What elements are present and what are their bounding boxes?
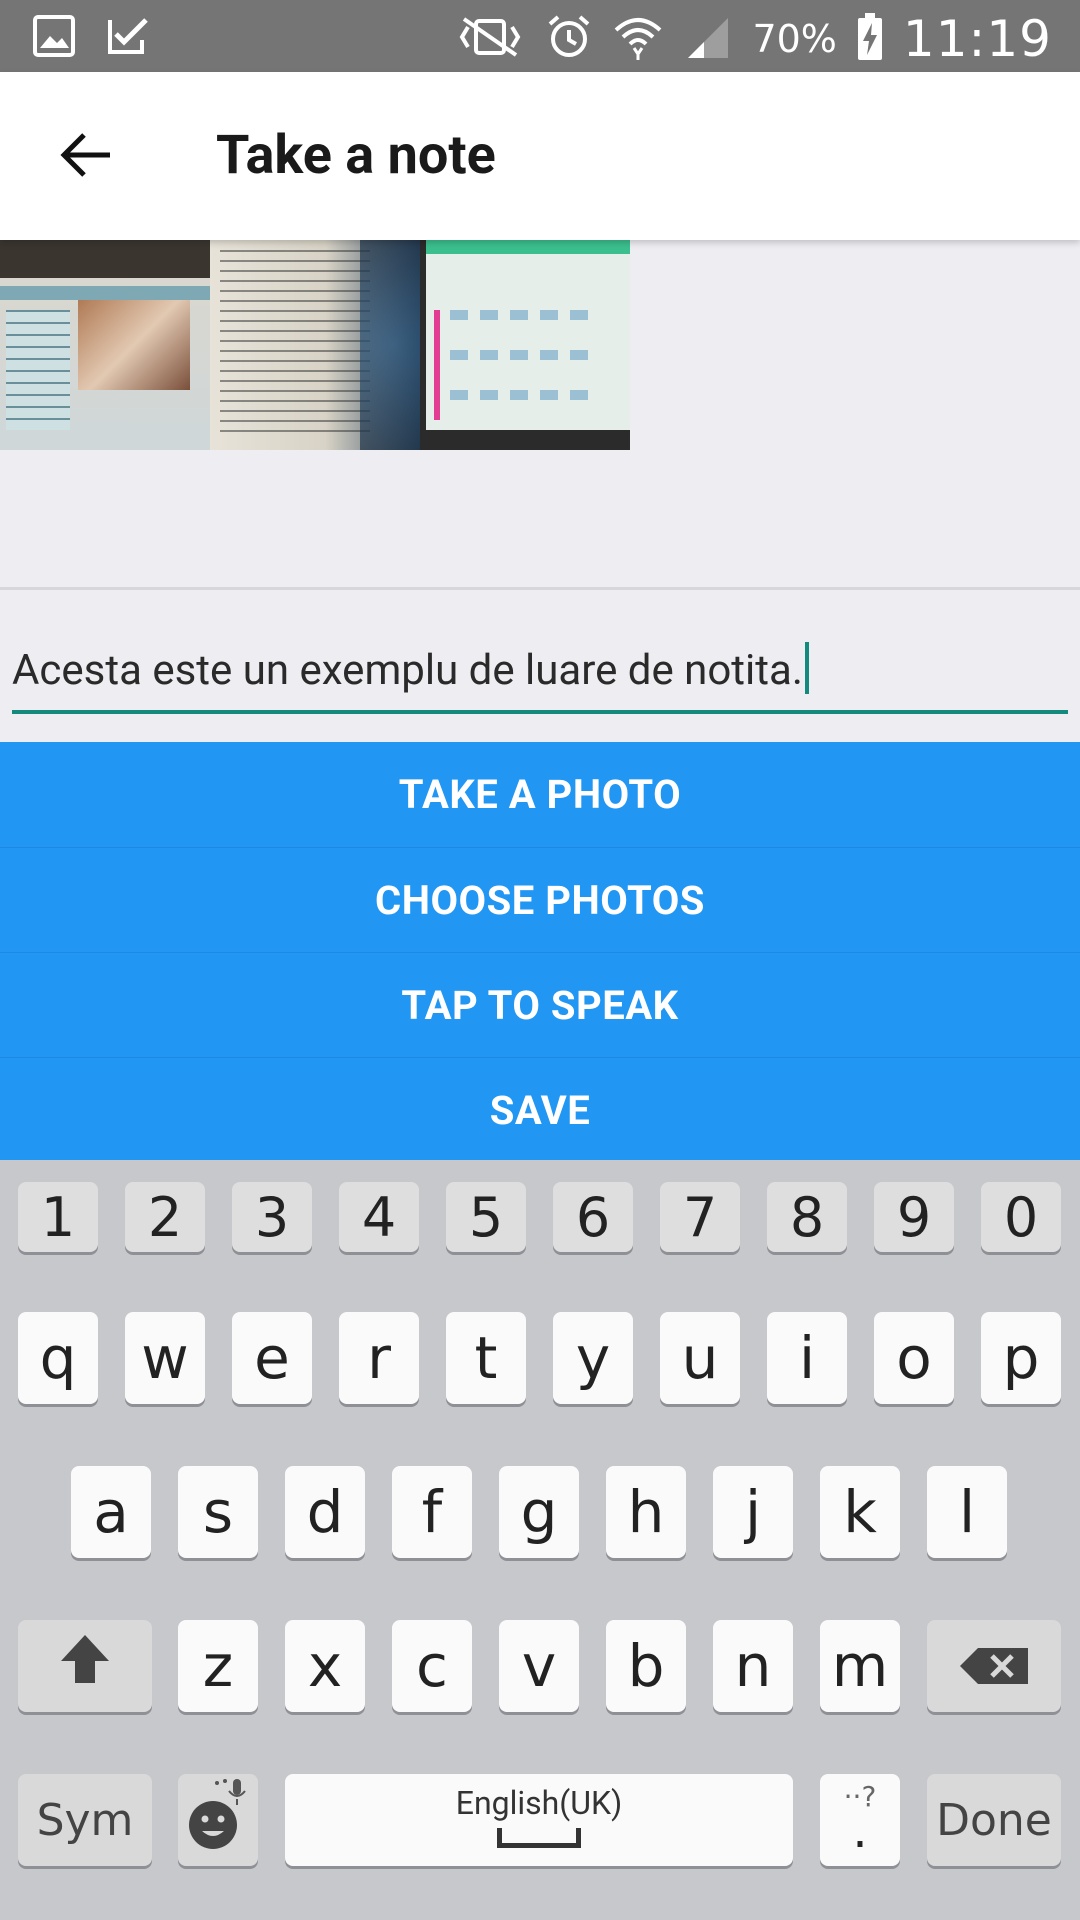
key-c[interactable]: c xyxy=(392,1620,472,1712)
key-h[interactable]: h xyxy=(606,1466,686,1558)
key-5[interactable]: 5 xyxy=(446,1182,526,1252)
divider xyxy=(0,587,1080,590)
key-j[interactable]: j xyxy=(713,1466,793,1558)
key-r[interactable]: r xyxy=(339,1312,419,1404)
tap-to-speak-button[interactable]: TAP TO SPEAK xyxy=(0,952,1080,1057)
key-a[interactable]: a xyxy=(71,1466,151,1558)
choose-photos-button[interactable]: CHOOSE PHOTOS xyxy=(0,847,1080,952)
text-cursor xyxy=(804,642,809,694)
backspace-icon xyxy=(958,1632,1030,1700)
emoji-icon xyxy=(183,1773,253,1867)
backspace-key[interactable] xyxy=(927,1620,1061,1712)
note-text-field[interactable]: Acesta este un exemplu de luare de notit… xyxy=(12,630,1068,714)
space-key[interactable]: English(UK) xyxy=(285,1774,793,1866)
page-title: Take a note xyxy=(216,124,496,187)
keyboard-language-label: English(UK) xyxy=(455,1784,623,1822)
vibrate-icon xyxy=(454,15,526,63)
sym-key[interactable]: Sym xyxy=(18,1774,152,1866)
key-u[interactable]: u xyxy=(660,1312,740,1404)
key-3[interactable]: 3 xyxy=(232,1182,312,1252)
take-photo-button[interactable]: TAKE A PHOTO xyxy=(0,742,1080,847)
battery-percent: 70% xyxy=(752,17,837,61)
shift-key[interactable] xyxy=(18,1620,152,1712)
signal-icon xyxy=(684,14,732,64)
key-s[interactable]: s xyxy=(178,1466,258,1558)
alarm-icon xyxy=(546,14,592,64)
save-button[interactable]: SAVE xyxy=(0,1057,1080,1162)
app-bar: Take a note xyxy=(0,72,1080,240)
back-button[interactable] xyxy=(50,122,120,192)
period-label: . xyxy=(852,1803,868,1859)
key-z[interactable]: z xyxy=(178,1620,258,1712)
note-text: Acesta este un exemplu de luare de notit… xyxy=(12,646,803,695)
key-o[interactable]: o xyxy=(874,1312,954,1404)
key-4[interactable]: 4 xyxy=(339,1182,419,1252)
key-x[interactable]: x xyxy=(285,1620,365,1712)
key-w[interactable]: w xyxy=(125,1312,205,1404)
key-p[interactable]: p xyxy=(981,1312,1061,1404)
photo-thumbnail[interactable] xyxy=(0,240,210,450)
arrow-back-icon xyxy=(58,131,112,183)
key-6[interactable]: 6 xyxy=(553,1182,633,1252)
photo-strip xyxy=(0,240,630,450)
key-y[interactable]: y xyxy=(553,1312,633,1404)
key-8[interactable]: 8 xyxy=(767,1182,847,1252)
key-q[interactable]: q xyxy=(18,1312,98,1404)
check-task-icon xyxy=(106,14,150,62)
key-2[interactable]: 2 xyxy=(125,1182,205,1252)
key-v[interactable]: v xyxy=(499,1620,579,1712)
battery-charging-icon xyxy=(857,13,883,65)
status-time: 11:19 xyxy=(902,10,1052,68)
shift-icon xyxy=(57,1631,113,1701)
wifi-icon xyxy=(612,14,664,64)
key-7[interactable]: 7 xyxy=(660,1182,740,1252)
key-t[interactable]: t xyxy=(446,1312,526,1404)
done-key[interactable]: Done xyxy=(927,1774,1061,1866)
key-m[interactable]: m xyxy=(820,1620,900,1712)
action-buttons: TAKE A PHOTO CHOOSE PHOTOS TAP TO SPEAK … xyxy=(0,742,1080,1162)
key-d[interactable]: d xyxy=(285,1466,365,1558)
key-f[interactable]: f xyxy=(392,1466,472,1558)
photo-thumbnail[interactable] xyxy=(210,240,420,450)
image-icon xyxy=(32,14,76,62)
key-i[interactable]: i xyxy=(767,1312,847,1404)
key-l[interactable]: l xyxy=(927,1466,1007,1558)
key-9[interactable]: 9 xyxy=(874,1182,954,1252)
key-e[interactable]: e xyxy=(232,1312,312,1404)
key-1[interactable]: 1 xyxy=(18,1182,98,1252)
key-n[interactable]: n xyxy=(713,1620,793,1712)
status-bar: 70% 11:19 xyxy=(0,0,1080,72)
keyboard: 1 2 3 4 5 6 7 8 9 0 q w e r t y u i o p … xyxy=(0,1160,1080,1920)
key-g[interactable]: g xyxy=(499,1466,579,1558)
space-bar-icon xyxy=(497,1828,581,1848)
key-b[interactable]: b xyxy=(606,1620,686,1712)
emoji-voice-key[interactable] xyxy=(178,1774,258,1866)
photo-thumbnail[interactable] xyxy=(420,240,630,450)
period-key[interactable]: ··? . xyxy=(820,1774,900,1866)
key-k[interactable]: k xyxy=(820,1466,900,1558)
key-0[interactable]: 0 xyxy=(981,1182,1061,1252)
